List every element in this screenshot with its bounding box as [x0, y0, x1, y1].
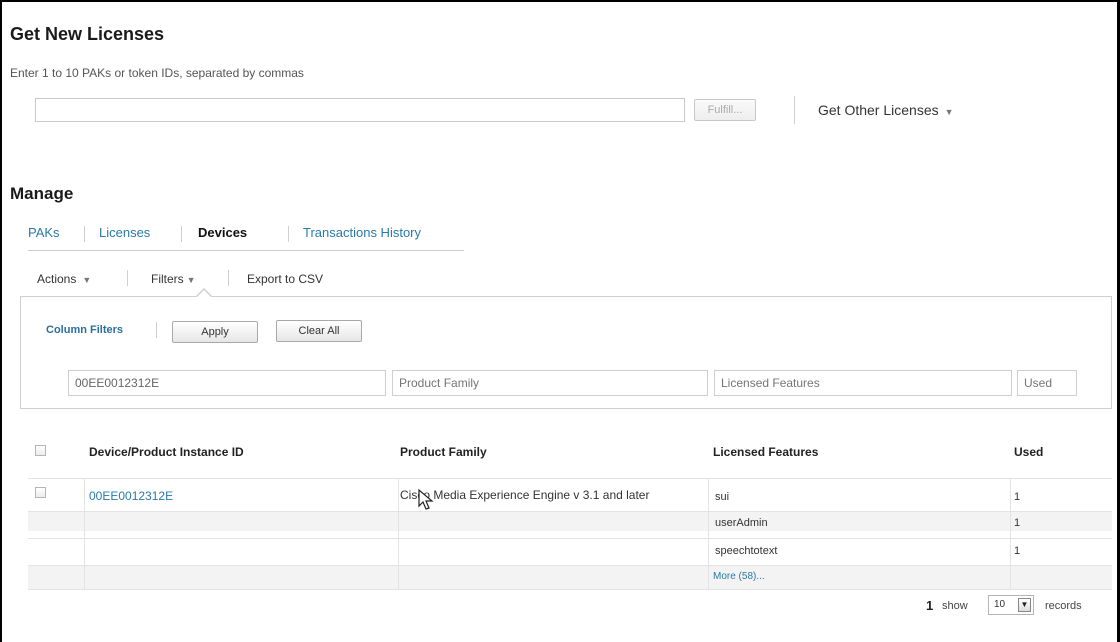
licensed-features-filter-input[interactable] [714, 370, 1012, 396]
tab-paks[interactable]: PAKs [28, 225, 60, 240]
table-divider [28, 565, 1112, 566]
pak-input[interactable] [35, 98, 685, 122]
table-divider [28, 589, 1112, 590]
licensed-feature-cell: sui [715, 491, 730, 503]
clear-all-button[interactable]: Clear All [276, 320, 362, 342]
apply-button[interactable]: Apply [172, 321, 258, 343]
chevron-down-icon: ▼ [82, 275, 92, 285]
filter-panel-pointer-fill [197, 290, 211, 297]
pager-show-label: show [942, 600, 968, 612]
column-header-licensed-features[interactable]: Licensed Features [713, 445, 818, 459]
actions-label: Actions [37, 272, 77, 286]
column-filters-label: Column Filters [46, 324, 124, 336]
chevron-down-icon: ▼ [186, 275, 196, 285]
toolbar-divider [228, 270, 229, 286]
table-row-band [28, 565, 1112, 589]
filters-label: Filters [151, 272, 184, 286]
divider [794, 96, 795, 124]
tab-divider [288, 226, 289, 242]
table-column-line [708, 478, 709, 589]
product-family-cell: Cisco Media Experience Engine v 3.1 and … [400, 488, 650, 502]
get-other-licenses-label: Get Other Licenses [818, 102, 939, 118]
device-id-link[interactable]: 00EE0012312E [89, 489, 173, 503]
tab-transactions-history[interactable]: Transactions History [303, 225, 421, 240]
tab-licenses[interactable]: Licenses [99, 225, 150, 240]
toolbar-divider [127, 270, 128, 286]
tab-devices[interactable]: Devices [198, 225, 247, 240]
product-family-filter-input[interactable] [392, 370, 708, 396]
chevron-down-icon[interactable]: ▼ [1018, 598, 1031, 612]
table-divider [28, 538, 1112, 539]
table-column-line [84, 478, 85, 589]
fulfill-button[interactable]: Fulfill... [694, 99, 756, 121]
column-header-used[interactable]: Used [1014, 445, 1043, 459]
select-all-checkbox[interactable] [35, 445, 46, 456]
used-cell: 1 [1014, 545, 1021, 557]
pak-input-hint: Enter 1 to 10 PAKs or token IDs, separat… [10, 66, 304, 80]
licensed-feature-cell: userAdmin [715, 517, 768, 529]
pager-records-label: records [1045, 600, 1082, 612]
get-new-licenses-heading: Get New Licenses [10, 24, 165, 44]
row-checkbox[interactable] [35, 487, 46, 498]
used-cell: 1 [1014, 491, 1021, 503]
mouse-cursor-icon [418, 488, 434, 510]
actions-dropdown[interactable]: Actions ▼ [37, 272, 91, 286]
page-size-select[interactable]: 10 ▼ [988, 595, 1034, 615]
chevron-down-icon: ▼ [944, 107, 954, 117]
used-filter-input[interactable] [1017, 370, 1077, 396]
more-features-link[interactable]: More (58)... [713, 571, 765, 582]
device-id-filter-input[interactable] [68, 370, 386, 396]
filters-dropdown[interactable]: Filters ▼ [151, 272, 196, 286]
export-csv-link[interactable]: Export to CSV [247, 272, 323, 286]
table-row-band [28, 511, 1112, 531]
column-header-device-id[interactable]: Device/Product Instance ID [89, 445, 244, 459]
manage-heading: Manage [10, 184, 74, 203]
tab-divider [181, 226, 182, 242]
manage-tabs: PAKs Licenses Devices Transactions Histo… [28, 225, 464, 251]
tab-divider [84, 226, 85, 242]
table-column-line [1010, 478, 1011, 589]
page-size-value: 10 [994, 599, 1006, 610]
column-header-product-family[interactable]: Product Family [400, 445, 487, 459]
used-cell: 1 [1014, 517, 1021, 529]
licensed-feature-cell: speechtotext [715, 545, 778, 557]
table-divider [28, 478, 1112, 479]
divider [156, 322, 157, 338]
table-divider [28, 511, 1112, 512]
page-number[interactable]: 1 [926, 598, 933, 613]
table-column-line [398, 478, 399, 589]
get-other-licenses-dropdown[interactable]: Get Other Licenses ▼ [818, 102, 954, 118]
